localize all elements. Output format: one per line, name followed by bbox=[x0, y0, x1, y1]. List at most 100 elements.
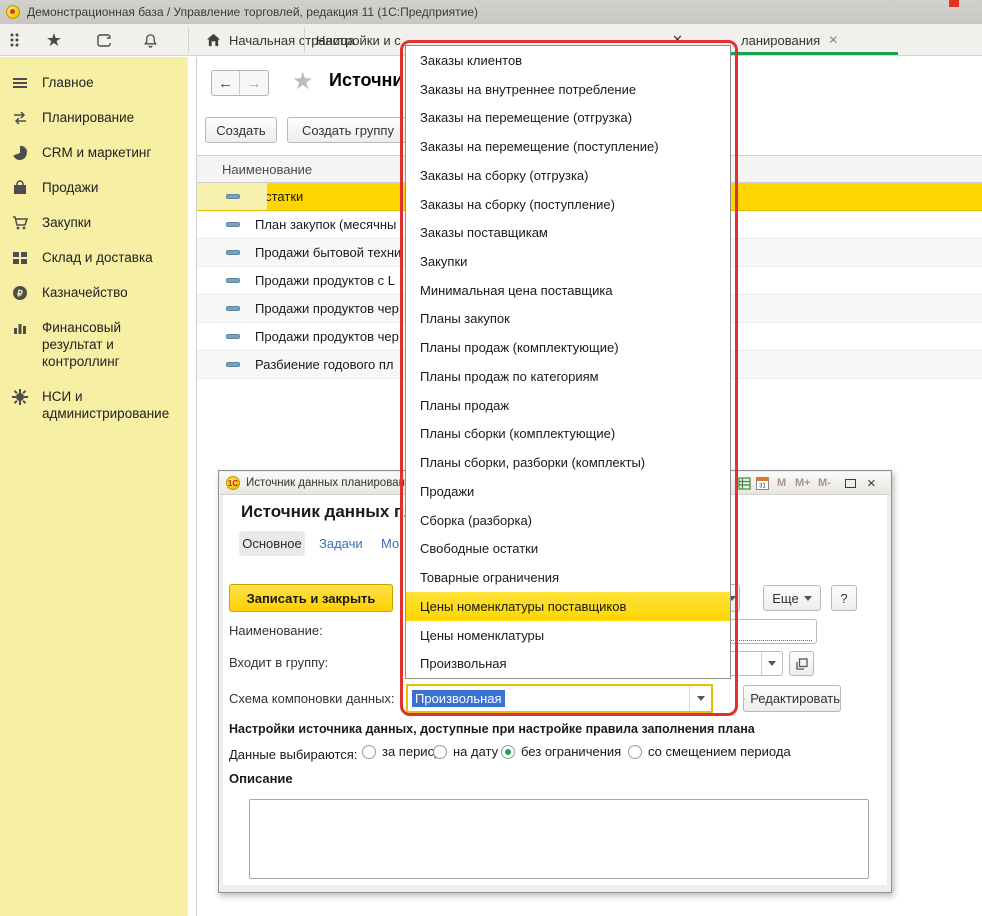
create-button[interactable]: Создать bbox=[205, 117, 277, 143]
notifications-bell-icon[interactable] bbox=[138, 29, 162, 51]
list-item-icon bbox=[226, 222, 240, 227]
page-title: Источни bbox=[329, 70, 403, 91]
svg-text:31: 31 bbox=[759, 484, 766, 490]
scale-m-button[interactable]: M bbox=[777, 475, 786, 491]
list-item-icon bbox=[226, 362, 240, 367]
history-nav: ← → bbox=[211, 70, 269, 96]
dropdown-item[interactable]: Заказы клиентов bbox=[406, 46, 730, 75]
description-textarea[interactable] bbox=[249, 799, 869, 879]
radio-bez-ogranicheniya[interactable]: без ограничения bbox=[501, 744, 621, 759]
dropdown-item[interactable]: Минимальная цена поставщика bbox=[406, 276, 730, 305]
maximize-icon[interactable] bbox=[845, 475, 856, 491]
list-item-icon bbox=[226, 250, 240, 255]
list-item-icon bbox=[226, 278, 240, 283]
list-item-icon bbox=[226, 306, 240, 311]
dialog-close-icon[interactable]: × bbox=[867, 475, 876, 491]
tab-label: ланирования bbox=[741, 33, 820, 48]
dialog-tab-tasks[interactable]: Задачи bbox=[319, 536, 363, 551]
chevron-down-icon[interactable] bbox=[761, 652, 782, 675]
tab-settings[interactable]: Настройки и с bbox=[306, 24, 411, 56]
active-tab-underline bbox=[731, 52, 898, 55]
list-view-icon[interactable] bbox=[738, 475, 751, 491]
sidebar-item-purchases[interactable]: Закупки bbox=[0, 205, 188, 240]
menu-dots-icon[interactable] bbox=[4, 29, 28, 51]
dropdown-item[interactable]: Закупки bbox=[406, 247, 730, 276]
sidebar-item-planning[interactable]: Планирование bbox=[0, 100, 188, 135]
list-item-icon bbox=[226, 194, 240, 199]
open-group-button[interactable] bbox=[789, 651, 814, 676]
cart-icon bbox=[12, 215, 28, 231]
dropdown-item[interactable]: Свободные остатки bbox=[406, 534, 730, 563]
dropdown-item[interactable]: Произвольная bbox=[406, 649, 730, 678]
bar-chart-icon bbox=[12, 320, 28, 336]
radio-circle bbox=[362, 745, 376, 759]
radio-circle bbox=[501, 745, 515, 759]
gear-icon bbox=[12, 389, 28, 405]
create-group-button[interactable]: Создать группу bbox=[287, 117, 409, 143]
dropdown-item[interactable]: Цены номенклатуры bbox=[406, 621, 730, 650]
help-button[interactable]: ? bbox=[831, 585, 857, 611]
data-select-label: Данные выбираются: bbox=[229, 747, 357, 762]
favorites-star-icon[interactable]: ★ bbox=[42, 29, 66, 51]
radio-na-datu[interactable]: на дату bbox=[433, 744, 498, 759]
history-scroll-icon[interactable] bbox=[92, 29, 116, 51]
radio-za-period[interactable]: за период bbox=[362, 744, 442, 759]
window-titlebar: Демонстрационная база / Управление торго… bbox=[0, 0, 982, 24]
tab-label: Настройки и с bbox=[316, 33, 401, 48]
svg-text:₽: ₽ bbox=[17, 289, 23, 299]
dialog-tab-main[interactable]: Основное bbox=[239, 531, 305, 556]
sidebar-item-crm[interactable]: CRM и маркетинг bbox=[0, 135, 188, 170]
edit-schema-button[interactable]: Редактировать bbox=[743, 685, 841, 712]
sidebar-item-sales[interactable]: Продажи bbox=[0, 170, 188, 205]
more-button[interactable]: Еще bbox=[763, 585, 821, 611]
chevron-down-icon[interactable] bbox=[689, 686, 711, 711]
scale-m-plus-button[interactable]: M+ bbox=[795, 475, 811, 491]
save-and-close-button[interactable]: Записать и закрыть bbox=[229, 584, 393, 612]
window-title: Демонстрационная база / Управление торго… bbox=[27, 5, 478, 19]
dropdown-item[interactable]: Планы продаж (комплектующие) bbox=[406, 333, 730, 362]
favorite-star-icon[interactable]: ★ bbox=[292, 67, 314, 96]
dialog-tab-my[interactable]: Мо bbox=[381, 536, 399, 551]
dropdown-item[interactable]: Товарные ограничения bbox=[406, 563, 730, 592]
sidebar-item-nsi-admin[interactable]: НСИ и администрирование bbox=[0, 379, 188, 431]
sidebar-item-main[interactable]: Главное bbox=[0, 65, 188, 100]
dropdown-item[interactable]: Планы сборки (комплектующие) bbox=[406, 420, 730, 449]
schema-field-label: Схема компоновки данных: bbox=[229, 691, 395, 706]
tab-planning-close-icon[interactable]: ✕ bbox=[828, 33, 838, 47]
dropdown-item[interactable]: Планы продаж bbox=[406, 391, 730, 420]
home-icon bbox=[206, 33, 221, 47]
chevron-down-icon bbox=[804, 596, 812, 601]
hamburger-icon bbox=[12, 75, 28, 91]
dropdown-item[interactable]: Заказы на сборку (поступление) bbox=[406, 190, 730, 219]
dropdown-item[interactable]: Заказы на сборку (отгрузка) bbox=[406, 161, 730, 190]
dropdown-item[interactable]: Сборка (разборка) bbox=[406, 506, 730, 535]
description-label: Описание bbox=[229, 771, 293, 786]
dropdown-item[interactable]: Заказы на внутреннее потребление bbox=[406, 75, 730, 104]
close-window-icon[interactable] bbox=[949, 0, 959, 7]
dropdown-item[interactable]: Планы продаж по категориям bbox=[406, 362, 730, 391]
boxes-grid-icon bbox=[12, 250, 28, 266]
dropdown-item[interactable]: Продажи bbox=[406, 477, 730, 506]
dropdown-item[interactable]: Заказы на перемещение (поступление) bbox=[406, 132, 730, 161]
radio-circle bbox=[628, 745, 642, 759]
group-field-label: Входит в группу: bbox=[229, 655, 328, 670]
sidebar-item-warehouse[interactable]: Склад и доставка bbox=[0, 240, 188, 275]
calendar-icon[interactable]: 31 bbox=[756, 475, 769, 491]
sidebar-item-finance[interactable]: Финансовый результат и контроллинг bbox=[0, 310, 188, 379]
dropdown-item[interactable]: Планы сборки, разборки (комплекты) bbox=[406, 448, 730, 477]
dropdown-item[interactable]: Планы закупок bbox=[406, 305, 730, 334]
schema-combobox[interactable]: Произвольная bbox=[406, 684, 713, 713]
dropdown-item-selected[interactable]: Цены номенклатуры поставщиков bbox=[406, 592, 730, 621]
dropdown-item[interactable]: Заказы на перемещение (отгрузка) bbox=[406, 103, 730, 132]
scale-m-minus-button[interactable]: M- bbox=[818, 475, 831, 491]
sidebar-item-treasury[interactable]: ₽ Казначейство bbox=[0, 275, 188, 310]
ruble-coin-icon: ₽ bbox=[12, 285, 28, 301]
app-1c-icon bbox=[6, 5, 20, 19]
tab-separator bbox=[304, 28, 305, 52]
dropdown-item[interactable]: Заказы поставщикам bbox=[406, 218, 730, 247]
toolbar-separator bbox=[188, 28, 189, 52]
back-button[interactable]: ← bbox=[212, 71, 240, 95]
radio-so-smescheniem[interactable]: со смещением периода bbox=[628, 744, 791, 759]
forward-button[interactable]: → bbox=[240, 71, 268, 95]
planning-icon bbox=[12, 110, 28, 126]
